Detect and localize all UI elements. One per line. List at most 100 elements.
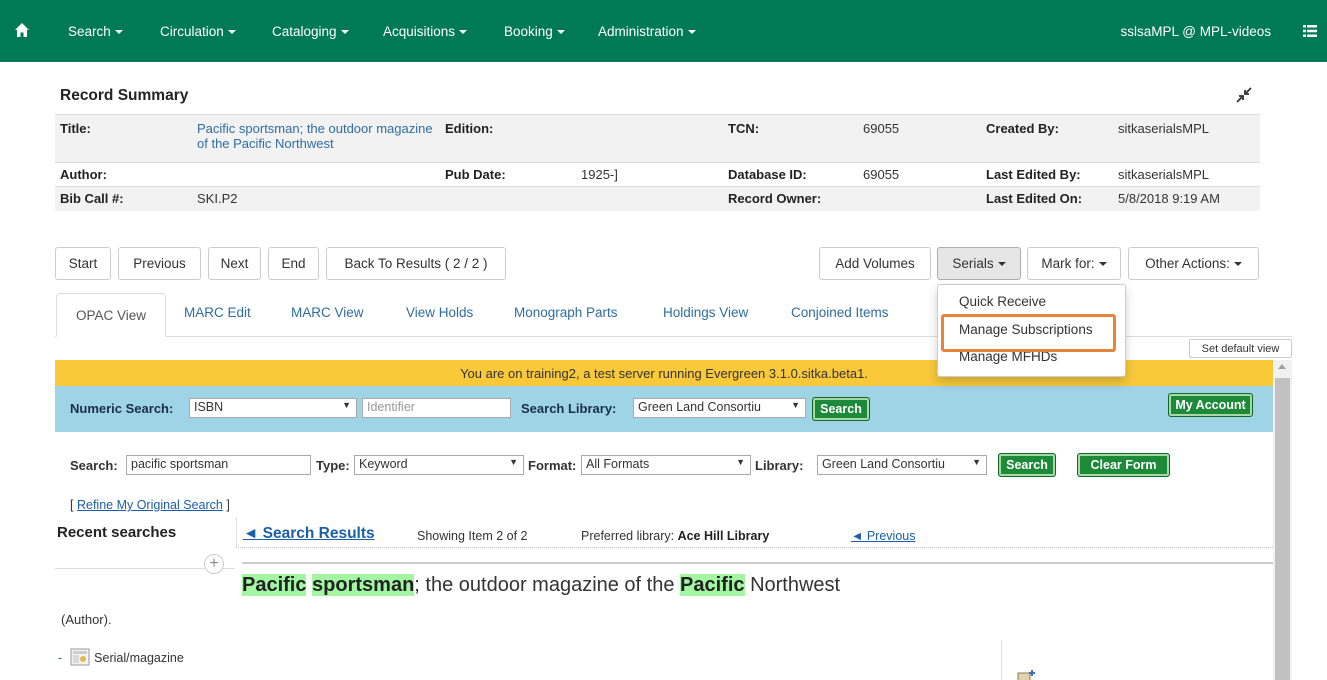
add-volumes-button[interactable]: Add Volumes <box>819 247 931 280</box>
search-row: Search: pacific sportsman Type: Keyword ▼… <box>55 432 1273 482</box>
nav-label: Search <box>68 24 111 39</box>
clear-form-button[interactable]: Clear Form <box>1077 453 1170 477</box>
nav-search-menu[interactable]: Search <box>68 24 123 39</box>
search-library-value: Green Land Consortiu <box>638 400 761 414</box>
serials-label: Serials <box>952 256 994 271</box>
format-label: Format: <box>528 458 577 473</box>
preferred-library-label: Preferred library: <box>581 529 675 543</box>
search-library-label: Search Library: <box>521 401 617 416</box>
recent-searches-heading: Recent searches <box>57 524 177 541</box>
tab-view-holds[interactable]: View Holds <box>406 305 473 320</box>
scrollbar-thumb[interactable] <box>1275 378 1290 680</box>
select-arrow-icon: ▼ <box>972 457 981 467</box>
nav-label: Administration <box>598 24 684 39</box>
expand-plus-icon[interactable]: + <box>204 554 224 574</box>
record-owner-value <box>858 186 981 211</box>
record-owner-label: Record Owner: <box>723 186 858 211</box>
tab-marc-view[interactable]: MARC View <box>291 305 364 320</box>
search-library-select[interactable]: Green Land Consortiu ▼ <box>633 398 806 418</box>
created-by-label: Created By: <box>981 114 1113 163</box>
highlight-term: Pacific <box>242 574 307 596</box>
type-select[interactable]: Keyword ▼ <box>354 455 524 475</box>
select-arrow-icon: ▼ <box>736 457 745 467</box>
home-icon[interactable] <box>14 22 30 38</box>
nav-label: Cataloging <box>272 24 337 39</box>
numeric-search-button[interactable]: Search <box>812 397 870 421</box>
add-to-list-icon[interactable] <box>1016 668 1038 680</box>
nav-user-workstation[interactable]: sslsaMPL @ MPL-videos <box>1121 24 1272 39</box>
author-label: Author: <box>55 162 192 187</box>
numeric-search-bar: Numeric Search: ISBN ▼ Identifier Search … <box>55 386 1273 432</box>
nav-label: Circulation <box>160 24 224 39</box>
nav-administration-menu[interactable]: Administration <box>598 24 696 39</box>
end-button[interactable]: End <box>268 247 319 280</box>
list-menu-icon[interactable] <box>1303 25 1317 37</box>
start-button[interactable]: Start <box>55 247 111 280</box>
tab-marc-edit[interactable]: MARC Edit <box>184 305 251 320</box>
title-rule <box>242 562 1273 564</box>
menu-item-quick-receive[interactable]: Quick Receive <box>959 294 1046 309</box>
bracket-open: [ <box>70 498 74 512</box>
search-results-link[interactable]: ◄ Search Results <box>243 525 375 543</box>
caret-down-icon <box>459 30 468 35</box>
my-account-button[interactable]: My Account <box>1168 393 1253 417</box>
collapse-icon[interactable] <box>1235 86 1253 104</box>
bracket-close: ] <box>226 498 230 512</box>
numeric-type-select[interactable]: ISBN ▼ <box>189 398 357 418</box>
record-summary-heading: Record Summary <box>60 87 189 104</box>
format-select[interactable]: All Formats ▼ <box>581 455 751 475</box>
caret-down-icon <box>340 30 349 35</box>
refine-search: [ Refine My Original Search ] <box>70 498 230 512</box>
refine-search-link[interactable]: Refine My Original Search <box>77 498 223 512</box>
numeric-type-value: ISBN <box>194 400 224 414</box>
last-edited-by-value: sitkaserialsMPL <box>1113 162 1260 187</box>
format-dash: - <box>58 651 63 665</box>
caret-down-icon <box>114 30 123 35</box>
mark-for-label: Mark for: <box>1041 256 1095 271</box>
created-by-value: sitkaserialsMPL <box>1113 114 1260 163</box>
author-value <box>192 162 440 187</box>
tab-opac-view[interactable]: OPAC View <box>56 293 166 337</box>
nav-booking-menu[interactable]: Booking <box>504 24 565 39</box>
nav-acquisitions-menu[interactable]: Acquisitions <box>383 24 468 39</box>
database-id-label: Database ID: <box>723 162 858 187</box>
preferred-library: Preferred library: Ace Hill Library <box>581 529 769 543</box>
search-button[interactable]: Search <box>998 453 1056 477</box>
set-default-view-button[interactable]: Set default view <box>1189 339 1292 358</box>
previous-record-link[interactable]: ◄ Previous <box>851 529 915 543</box>
back-to-results-button[interactable]: Back To Results ( 2 / 2 ) <box>326 247 506 280</box>
previous-button[interactable]: Previous <box>118 247 201 280</box>
title-text: Northwest <box>744 574 841 596</box>
highlight-term: Pacific <box>680 574 745 596</box>
mark-for-dropdown-button[interactable]: Mark for: <box>1027 247 1121 280</box>
tcn-value: 69055 <box>858 114 981 163</box>
opac-frame: You are on training2, a test server runn… <box>55 360 1292 680</box>
results-nav: ◄ Search Results Showing Item 2 of 2 Pre… <box>236 518 1273 548</box>
tab-conjoined-items[interactable]: Conjoined Items <box>791 305 889 320</box>
pub-date-value: 1925-] <box>576 162 723 187</box>
tab-monograph-parts[interactable]: Monograph Parts <box>514 305 618 320</box>
next-button[interactable]: Next <box>208 247 261 280</box>
scroll-up-arrow-icon[interactable] <box>1278 364 1286 369</box>
database-id-value: 69055 <box>858 162 981 187</box>
pub-date-label: Pub Date: <box>440 162 576 187</box>
last-edited-on-value: 5/8/2018 9:19 AM <box>1113 186 1260 211</box>
search-input[interactable]: pacific sportsman <box>126 455 311 475</box>
caret-down-icon <box>227 30 236 35</box>
identifier-input[interactable]: Identifier <box>362 398 511 418</box>
top-navbar: Search Circulation Cataloging Acquisitio… <box>0 0 1327 62</box>
serials-dropdown-button[interactable]: Serials <box>937 247 1021 280</box>
library-label: Library: <box>755 458 804 473</box>
nav-cataloging-menu[interactable]: Cataloging <box>272 24 349 39</box>
nav-circulation-menu[interactable]: Circulation <box>160 24 236 39</box>
other-actions-label: Other Actions: <box>1145 256 1230 271</box>
record-author: (Author). <box>61 612 112 627</box>
tab-holdings-view[interactable]: Holdings View <box>663 305 748 320</box>
call-number-label: Bib Call #: <box>55 186 192 211</box>
select-arrow-icon: ▼ <box>509 457 518 467</box>
nav-label: Booking <box>504 24 553 39</box>
library-select[interactable]: Green Land Consortiu ▼ <box>817 455 987 475</box>
other-actions-dropdown-button[interactable]: Other Actions: <box>1128 247 1259 280</box>
title-label: Title: <box>55 114 192 163</box>
format-text: Serial/magazine <box>94 651 184 665</box>
